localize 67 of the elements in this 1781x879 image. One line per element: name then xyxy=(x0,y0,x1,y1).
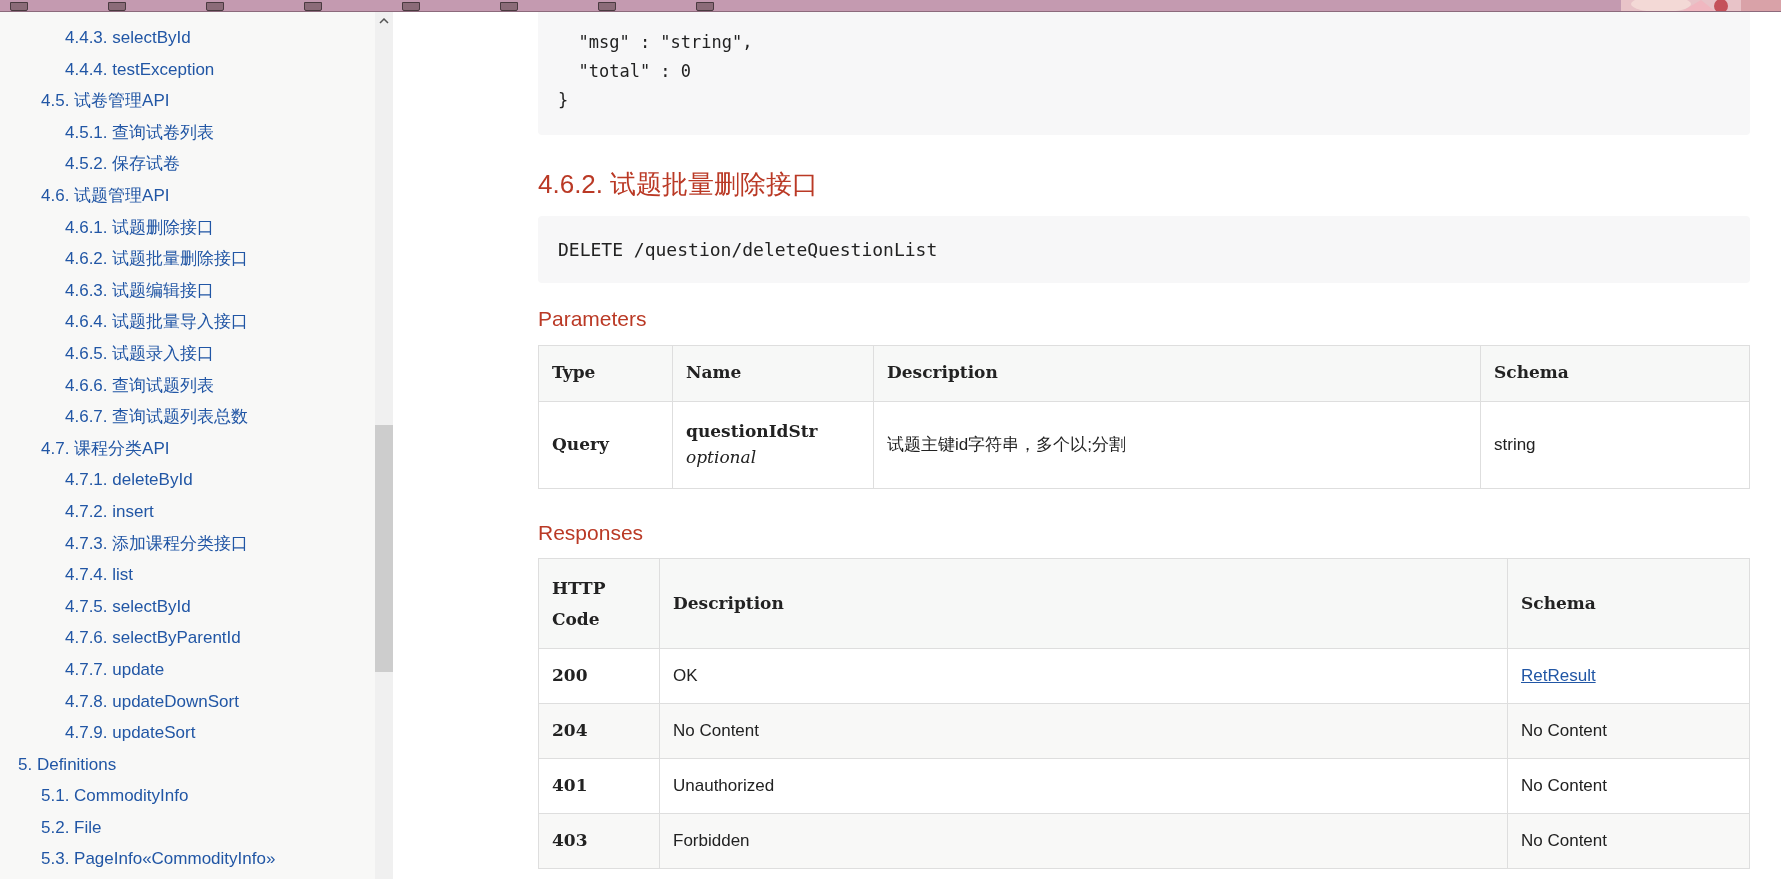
column-header: Name xyxy=(673,345,874,401)
toc-link[interactable]: 4.7. 课程分类API xyxy=(41,435,170,462)
column-header: Schema xyxy=(1493,361,1570,385)
parameters-title: Parameters xyxy=(538,306,648,332)
scroll-thumb[interactable] xyxy=(375,425,393,672)
toc-link[interactable]: 4.7.9. updateSort xyxy=(65,720,196,746)
toc-link[interactable]: 4.7.4. list xyxy=(65,562,134,588)
folder-icon[interactable] xyxy=(500,2,518,11)
toc-link[interactable]: 4.6.4. 试题批量导入接口 xyxy=(65,309,249,335)
endpoint-block: DELETE /question/deleteQuestionList xyxy=(538,216,1750,283)
responses-title: Responses xyxy=(538,519,645,546)
toc-link[interactable]: 4.7.1. deleteById xyxy=(65,467,193,493)
table-cell-text: No Content xyxy=(673,720,759,743)
section-heading: 4.6.2. 试题批量删除接口 xyxy=(538,168,820,201)
toc-link[interactable]: 4.6.6. 查询试题列表 xyxy=(65,372,215,399)
table-cell-text: 200 xyxy=(552,664,588,688)
schema-link[interactable]: RetResult xyxy=(1521,663,1596,689)
toc-link[interactable]: 4.6. 试题管理API xyxy=(41,183,170,209)
toc-link[interactable]: 4.7.3. 添加课程分类接口 xyxy=(65,530,249,557)
table-cell-text: No Content xyxy=(1521,775,1607,798)
table-cell-text: string xyxy=(1494,433,1536,456)
toc-link[interactable]: 4.7.8. updateDownSort xyxy=(65,688,239,714)
toc-link[interactable]: 4.5. 试卷管理API xyxy=(41,88,170,114)
toc-link[interactable]: 4.7.6. selectByParentId xyxy=(65,625,241,651)
folder-icon[interactable] xyxy=(402,2,420,11)
toc-link[interactable]: 4.5.1. 查询试卷列表 xyxy=(65,119,215,146)
toc-link[interactable]: 4.6.2. 试题批量删除接口 xyxy=(65,246,249,272)
column-header: Description xyxy=(874,345,1481,401)
table-cell-text: 204 xyxy=(552,719,588,743)
column-header: Type xyxy=(539,345,673,401)
table-cell-text: 试题主键id字符串，多个以;分割 xyxy=(887,433,1126,456)
toc-link[interactable]: 4.7.5. selectById xyxy=(65,593,191,620)
table-cell-text: Query xyxy=(552,432,609,456)
toc-link[interactable]: 4.4.3. selectById xyxy=(65,25,191,51)
toc-link[interactable]: 4.6.7. 查询试题列表总数 xyxy=(65,404,249,430)
table-cell-text: questionIdStr xyxy=(686,420,819,443)
toc-link[interactable]: 4.6.3. 试题编辑接口 xyxy=(65,277,215,304)
toc-link[interactable]: 4.4.4. testException xyxy=(65,56,215,83)
folder-icon[interactable] xyxy=(598,2,616,11)
folder-icon[interactable] xyxy=(304,2,322,11)
table-cell-text: 401 xyxy=(552,774,588,798)
toc-link[interactable]: 4.5.2. 保存试卷 xyxy=(65,151,181,177)
column-header: Schema xyxy=(1521,592,1596,615)
table-cell-text: optional xyxy=(686,445,758,469)
toc-link[interactable]: 4.7.7. update xyxy=(65,656,165,683)
folder-icon[interactable] xyxy=(10,2,28,11)
toc-link[interactable]: 4.6.5. 试题录入接口 xyxy=(65,341,215,367)
table-cell-text: OK xyxy=(673,665,698,688)
folder-icon[interactable] xyxy=(108,2,126,11)
table-cell-text: 403 xyxy=(552,829,588,853)
toc-link[interactable]: 4.7.2. insert xyxy=(65,498,154,525)
folder-icon[interactable] xyxy=(696,2,714,11)
table-cell-text: No Content xyxy=(1521,830,1607,853)
table-cell-text: No Content xyxy=(1521,720,1607,743)
toc-link[interactable]: 5.1. CommodityInfo xyxy=(41,783,189,809)
toc-link[interactable]: 5. Definitions xyxy=(18,751,117,778)
table-cell-text: Unauthorized xyxy=(673,775,775,798)
column-header: Description xyxy=(673,592,784,615)
toc-link[interactable]: 5.2. File xyxy=(41,814,102,841)
scrollbar[interactable] xyxy=(375,12,393,879)
column-header: HTTP Code xyxy=(552,576,607,631)
folder-icon[interactable] xyxy=(206,2,224,11)
table-cell-text: Forbidden xyxy=(673,830,750,853)
code-block: "msg" : "string", "total" : 0 } xyxy=(538,12,1750,135)
scroll-up-icon[interactable] xyxy=(379,18,389,24)
toc-link[interactable]: 4.6.1. 试题删除接口 xyxy=(65,214,215,241)
toc-link[interactable]: 5.3. PageInfo«CommodityInfo» xyxy=(41,846,276,872)
